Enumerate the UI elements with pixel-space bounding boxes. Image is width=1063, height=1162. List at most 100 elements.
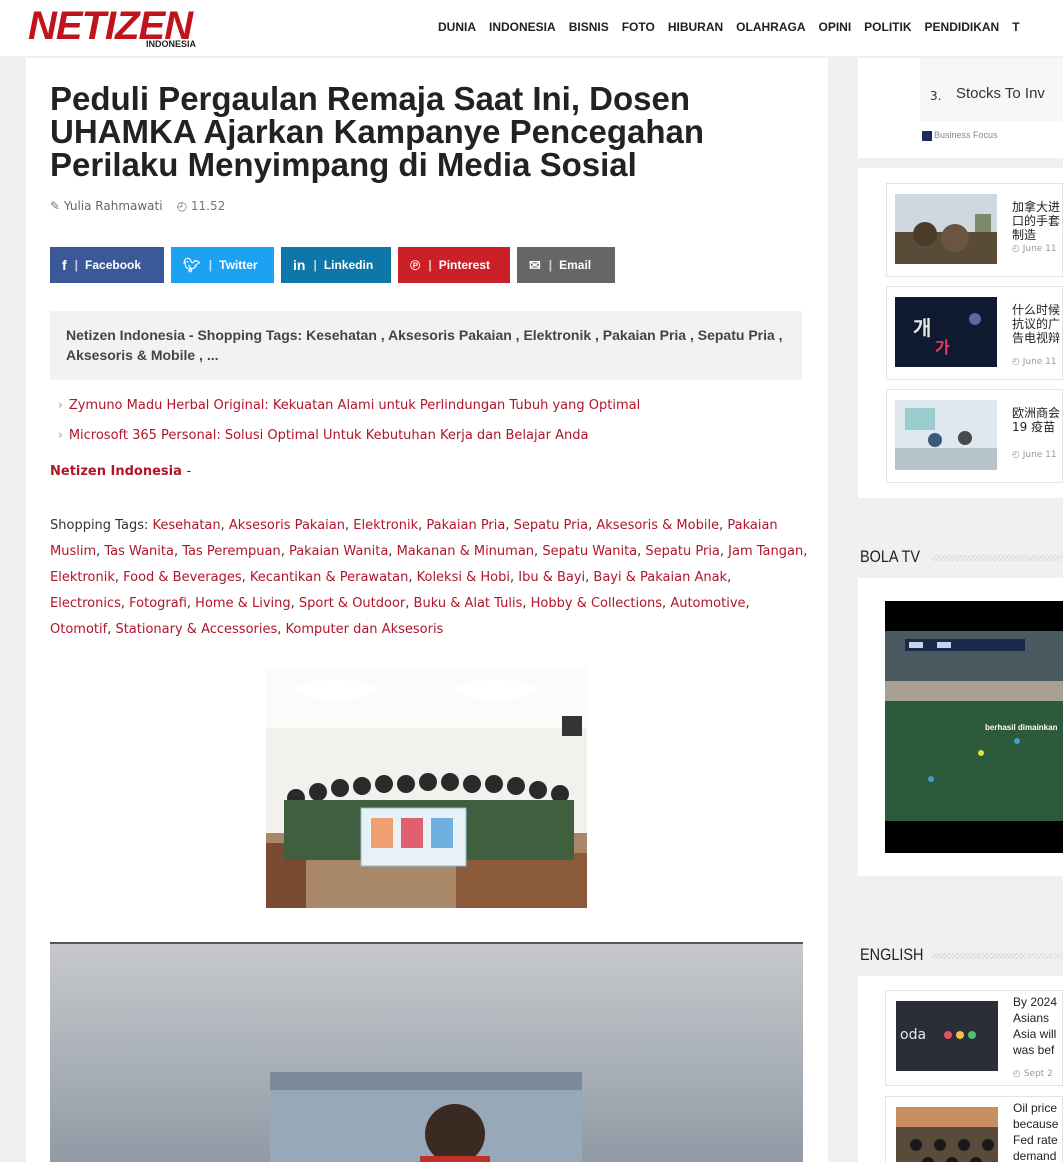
- news-item[interactable]: 개가 什么时候抗议的广告电视辩论 ◴ June 11: [886, 286, 1063, 380]
- nav-item-politik[interactable]: POLITIK: [864, 20, 911, 34]
- nav-item-dunia[interactable]: DUNIA: [438, 20, 476, 34]
- news-date: ◴ Sept 2: [1013, 1069, 1053, 1079]
- article-card: Peduli Pergaulan Remaja Saat Ini, Dosen …: [26, 58, 828, 1162]
- news-title: 欧洲商会19 疫苗: [1012, 406, 1061, 434]
- article-meta: ✎ Yulia Rahmawati ◴ 11.52: [50, 199, 225, 213]
- share-email-button[interactable]: ✉ | Email: [517, 247, 615, 283]
- tag-link[interactable]: Hobby & Collections: [531, 596, 662, 611]
- tag-link[interactable]: Makanan & Minuman: [397, 544, 534, 559]
- share-facebook-button[interactable]: f | Facebook: [50, 247, 164, 283]
- section-divider: [932, 555, 1063, 561]
- share-facebook-label: Facebook: [85, 258, 142, 272]
- share-twitter-button[interactable]: 🐦︎ | Twitter: [171, 247, 274, 283]
- svg-text:oda: oda: [900, 1027, 926, 1043]
- news-item[interactable]: 加拿大进口的手套制造 ◴ June 11: [886, 183, 1063, 277]
- tag-link[interactable]: Buku & Alat Tulis: [414, 596, 523, 611]
- tag-link[interactable]: Bayi & Pakaian Anak: [593, 570, 727, 585]
- logo-subtitle: INDONESIA: [146, 39, 197, 49]
- article-summary: Netizen Indonesia - Shopping Tags: Keseh…: [50, 311, 802, 380]
- edit-icon: ✎: [50, 199, 61, 213]
- nav-item-indonesia[interactable]: INDONESIA: [489, 20, 556, 34]
- lead-dash: -: [186, 464, 192, 479]
- share-email-label: Email: [559, 258, 592, 272]
- share-bar: f | Facebook 🐦︎ | Twitter in | Linkedin ℗ | …: [50, 247, 615, 283]
- tag-link[interactable]: Sport & Outdoor: [299, 596, 405, 611]
- article-photo-blurred: [50, 942, 803, 1162]
- tag-link[interactable]: Fotografi: [129, 596, 187, 611]
- ad-number: 3.: [930, 89, 942, 103]
- facebook-icon: f: [62, 257, 67, 273]
- tag-link[interactable]: Tas Perempuan: [182, 544, 280, 559]
- share-linkedin-button[interactable]: in | Linkedin: [281, 247, 391, 283]
- tag-link[interactable]: Pakaian Wanita: [289, 544, 388, 559]
- publish-time: ◴ 11.52: [177, 199, 226, 213]
- related-link[interactable]: › Microsoft 365 Personal: Solusi Optimal …: [58, 428, 640, 458]
- author-link[interactable]: ✎ Yulia Rahmawati: [50, 199, 163, 213]
- article-title: Peduli Pergaulan Remaja Saat Ini, Dosen …: [50, 80, 705, 183]
- news-thumbnail: [896, 1107, 998, 1162]
- clock-icon: ◴: [176, 199, 188, 213]
- tag-link[interactable]: Elektronik: [353, 518, 418, 533]
- share-linkedin-label: Linkedin: [323, 258, 374, 272]
- news-item[interactable]: 欧洲商会19 疫苗 ◴ June 11: [886, 389, 1063, 483]
- news-title: 什么时候抗议的广告电视辩论: [1012, 303, 1061, 345]
- tag-link[interactable]: Sepatu Pria: [645, 544, 719, 559]
- nav-item-truncated[interactable]: T: [1012, 20, 1019, 34]
- news-thumbnail: oda: [896, 1001, 998, 1071]
- tag-link[interactable]: Pakaian Pria: [426, 518, 505, 533]
- tag-link[interactable]: Aksesoris & Mobile: [596, 518, 719, 533]
- author-name: Yulia Rahmawati: [63, 199, 163, 213]
- nav-item-olahraga[interactable]: OLAHRAGA: [736, 20, 805, 34]
- news-title: By 2024 Asians Asia will was bef: [1013, 995, 1058, 1057]
- nav-item-bisnis[interactable]: BISNIS: [569, 20, 609, 34]
- lead-source[interactable]: Netizen Indonesia: [50, 464, 182, 479]
- article-lead: Netizen Indonesia -: [50, 464, 191, 479]
- tag-link[interactable]: Ibu & Bayi: [518, 570, 585, 585]
- tag-link[interactable]: Automotive: [670, 596, 745, 611]
- clock-icon: ◴: [1013, 1069, 1024, 1079]
- clock-icon: ◴: [1012, 357, 1023, 367]
- chevron-right-icon: ›: [58, 398, 63, 412]
- site-logo[interactable]: NETIZEN INDONESIA: [28, 6, 228, 52]
- tag-list: Kesehatan, Aksesoris Pakaian, Elektronik…: [50, 518, 808, 637]
- ad-headline[interactable]: Stocks To Inv: [956, 85, 1045, 102]
- related-link[interactable]: › Zymuno Madu Herbal Original: Kekuatan A…: [58, 398, 640, 428]
- clock-icon: ◴: [1012, 450, 1023, 460]
- related-links: › Zymuno Madu Herbal Original: Kekuatan A…: [58, 398, 640, 458]
- linkedin-icon: in: [293, 257, 306, 273]
- tag-link[interactable]: Aksesoris Pakaian: [229, 518, 345, 533]
- nav-item-opini[interactable]: OPINI: [819, 20, 852, 34]
- news-date: ◴ June 11: [1012, 244, 1057, 254]
- tag-link[interactable]: Komputer dan Aksesoris: [286, 622, 444, 637]
- nav-item-foto[interactable]: FOTO: [622, 20, 655, 34]
- nav-item-pendidikan[interactable]: PENDIDIKAN: [925, 20, 1000, 34]
- bola-tv-video[interactable]: berhasil dimainkan: [885, 601, 1063, 853]
- tag-link[interactable]: Sepatu Pria: [514, 518, 588, 533]
- sidebar-ad[interactable]: 3. Stocks To Inv Business Focus: [858, 58, 1063, 158]
- news-title: Oil price because Fed rate demand: [1013, 1101, 1059, 1162]
- tag-link[interactable]: Koleksi & Hobi: [417, 570, 510, 585]
- tag-link[interactable]: Otomotif: [50, 622, 107, 637]
- pinterest-icon: ℗: [410, 257, 421, 273]
- svg-text:가: 가: [935, 338, 950, 357]
- tag-link[interactable]: Electronics: [50, 596, 121, 611]
- tag-link[interactable]: Home & Living: [195, 596, 290, 611]
- blurred-photo-illustration: [50, 944, 803, 1162]
- english-news-item[interactable]: oda By 2024 Asians Asia will was bef ◴ S…: [885, 990, 1063, 1086]
- tag-link[interactable]: Kecantikan & Perawatan: [250, 570, 408, 585]
- tag-link[interactable]: Food & Beverages: [123, 570, 242, 585]
- tag-link[interactable]: Elektronik: [50, 570, 115, 585]
- news-date: ◴ June 11: [1012, 357, 1057, 367]
- nav-item-hiburan[interactable]: HIBURAN: [668, 20, 723, 34]
- tag-link[interactable]: Kesehatan: [152, 518, 220, 533]
- news-title: 加拿大进口的手套制造: [1012, 200, 1061, 242]
- tag-link[interactable]: Stationary & Accessories: [115, 622, 277, 637]
- publish-time-text: 11.52: [190, 199, 226, 213]
- tag-link[interactable]: Jam Tangan: [728, 544, 803, 559]
- english-news-item[interactable]: Oil price because Fed rate demand: [885, 1096, 1063, 1162]
- news-date: ◴ June 11: [1012, 450, 1057, 460]
- tag-link[interactable]: Sepatu Wanita: [542, 544, 637, 559]
- tag-link[interactable]: Tas Wanita: [104, 544, 174, 559]
- share-pinterest-button[interactable]: ℗ | Pinterest: [398, 247, 510, 283]
- top-bar: NETIZEN INDONESIA DUNIA INDONESIA BISNIS…: [0, 0, 1063, 56]
